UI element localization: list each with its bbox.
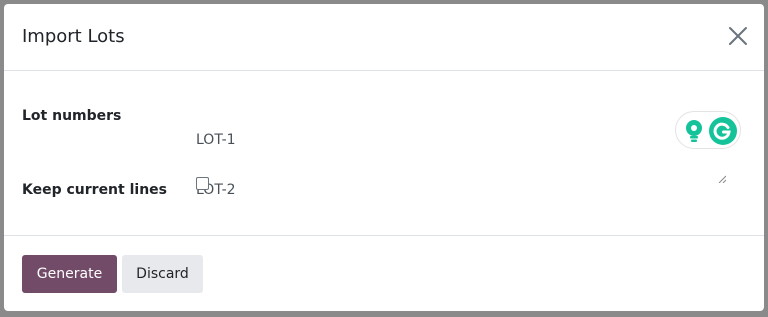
discard-button[interactable]: Discard	[122, 255, 203, 293]
keep-current-lines-checkbox[interactable]	[196, 177, 209, 190]
generate-button[interactable]: Generate	[22, 255, 117, 293]
keep-current-lines-label: Keep current lines	[22, 182, 167, 198]
dialog-footer: Generate Discard	[4, 236, 764, 311]
lot-numbers-textarea[interactable]: LOT-1 LOT-2	[196, 103, 746, 198]
import-lots-dialog: Import Lots Lot numbers LOT-1 LOT-2 Keep…	[4, 4, 764, 311]
resize-handle-icon[interactable]	[718, 175, 726, 183]
grammarly-logo-icon	[709, 117, 737, 145]
dialog-title: Import Lots	[22, 26, 125, 47]
dialog-header: Import Lots	[4, 4, 764, 71]
lightbulb-icon	[686, 120, 702, 142]
close-icon	[729, 27, 747, 45]
close-button[interactable]	[726, 24, 750, 48]
lot-line: LOT-2	[196, 182, 236, 198]
lot-numbers-label: Lot numbers	[22, 108, 122, 124]
dialog-body: Lot numbers LOT-1 LOT-2 Keep current lin…	[4, 71, 764, 236]
grammarly-badge[interactable]	[675, 111, 741, 149]
lot-line: LOT-1	[196, 132, 236, 148]
